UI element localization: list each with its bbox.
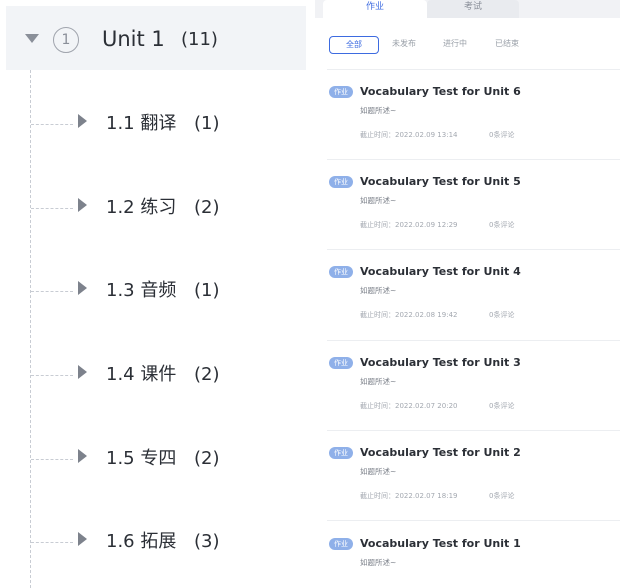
tree-item-label: 1.6 拓展 [106, 531, 177, 552]
comment-count: 0条评论 [489, 402, 515, 410]
caret-right-icon[interactable] [78, 281, 87, 295]
tree-item-label: 1.3 音频 [106, 280, 177, 301]
tree-item-label: 1.2 练习 [106, 197, 177, 218]
caret-right-icon[interactable] [78, 449, 87, 463]
list-item[interactable]: 作业 Vocabulary Test for Unit 4 如题所述~ 截止时间… [327, 262, 620, 352]
comment-count: 0条评论 [489, 492, 515, 500]
tree-connector-line [30, 70, 31, 588]
assignment-title[interactable]: Vocabulary Test for Unit 6 [360, 82, 521, 102]
caret-right-icon[interactable] [78, 365, 87, 379]
tab-homework[interactable]: 作业 [323, 0, 427, 18]
assignment-description: 如题所述~ [360, 196, 397, 205]
tree-branch-line [31, 459, 73, 460]
status-filter-bar: 全部 未发布 进行中 已结束 [329, 36, 609, 54]
tree-item-count: (3) [194, 531, 220, 552]
tree-item-1-2[interactable]: 1.2 练习 (2) [30, 188, 310, 228]
tree-item-count: (2) [194, 448, 220, 469]
caret-right-icon[interactable] [78, 114, 87, 128]
divider [327, 520, 620, 521]
unit-title: Unit 1 [102, 27, 165, 51]
unit-1-row[interactable]: 1 Unit 1 (11) [6, 6, 306, 70]
homework-tag: 作业 [329, 357, 353, 369]
comment-count: 0条评论 [489, 311, 515, 319]
tab-exam[interactable]: 考试 [427, 0, 519, 18]
comment-count: 0条评论 [489, 131, 515, 139]
tree-branch-line [31, 291, 73, 292]
comment-count: 0条评论 [489, 221, 515, 229]
assignment-deadline: 截止时间：2022.02.08 19:42 [360, 311, 458, 319]
assignment-description: 如题所述~ [360, 106, 397, 115]
assignment-description: 如题所述~ [360, 377, 397, 386]
assignment-title[interactable]: Vocabulary Test for Unit 1 [360, 534, 521, 554]
tree-item-1-4[interactable]: 1.4 课件 (2) [30, 355, 310, 395]
assignment-deadline: 截止时间：2022.02.07 18:19 [360, 492, 458, 500]
caret-right-icon[interactable] [78, 198, 87, 212]
assignment-description: 如题所述~ [360, 467, 397, 476]
tree-item-count: (2) [194, 197, 220, 218]
assignment-title[interactable]: Vocabulary Test for Unit 2 [360, 443, 521, 463]
tree-branch-line [31, 542, 73, 543]
divider [327, 430, 620, 431]
assignment-deadline: 截止时间：2022.02.09 13:14 [360, 131, 458, 139]
tree-item-label: 1.4 课件 [106, 364, 177, 385]
tree-branch-line [31, 208, 73, 209]
tree-item-count: (1) [194, 280, 220, 301]
divider [327, 159, 620, 160]
assignment-title[interactable]: Vocabulary Test for Unit 5 [360, 172, 521, 192]
tree-item-label: 1.5 专四 [106, 448, 177, 469]
tree-branch-line [31, 124, 73, 125]
assignment-title[interactable]: Vocabulary Test for Unit 4 [360, 262, 521, 282]
assignment-panel: 作业 考试 全部 未发布 进行中 已结束 作业 Vocabulary Test … [315, 0, 620, 588]
tree-item-1-3[interactable]: 1.3 音频 (1) [30, 271, 310, 311]
homework-tag: 作业 [329, 86, 353, 98]
filter-all[interactable]: 全部 [329, 36, 379, 54]
tree-item-count: (1) [194, 113, 220, 134]
unit-count: (11) [181, 29, 218, 50]
assignment-description: 如题所述~ [360, 558, 397, 567]
homework-tag: 作业 [329, 447, 353, 459]
caret-down-icon[interactable] [25, 34, 39, 43]
list-item[interactable]: 作业 Vocabulary Test for Unit 1 如题所述~ [327, 534, 620, 588]
homework-tag: 作业 [329, 538, 353, 550]
homework-tag: 作业 [329, 266, 353, 278]
homework-tag: 作业 [329, 176, 353, 188]
tree-item-1-5[interactable]: 1.5 专四 (2) [30, 439, 310, 479]
assignment-deadline: 截止时间：2022.02.07 20:20 [360, 402, 458, 410]
assignment-title[interactable]: Vocabulary Test for Unit 3 [360, 353, 521, 373]
tree-branch-line [31, 375, 73, 376]
unit-index-badge: 1 [53, 27, 79, 53]
divider [327, 249, 620, 250]
course-tree-panel: 1 Unit 1 (11) 1.1 翻译 (1) 1.2 练习 (2) 1.3 … [0, 0, 312, 588]
filter-ended[interactable]: 已结束 [495, 36, 519, 52]
assignment-deadline: 截止时间：2022.02.09 12:29 [360, 221, 458, 229]
tab-bar: 作业 考试 [315, 0, 620, 18]
tree-item-1-1[interactable]: 1.1 翻译 (1) [30, 104, 310, 144]
filter-unpublished[interactable]: 未发布 [392, 36, 416, 52]
tree-item-count: (2) [194, 364, 220, 385]
divider [327, 69, 620, 70]
caret-right-icon[interactable] [78, 532, 87, 546]
divider [327, 340, 620, 341]
assignment-description: 如题所述~ [360, 286, 397, 295]
tree-item-1-6[interactable]: 1.6 拓展 (3) [30, 522, 310, 562]
filter-in-progress[interactable]: 进行中 [443, 36, 467, 52]
tree-item-label: 1.1 翻译 [106, 113, 177, 134]
